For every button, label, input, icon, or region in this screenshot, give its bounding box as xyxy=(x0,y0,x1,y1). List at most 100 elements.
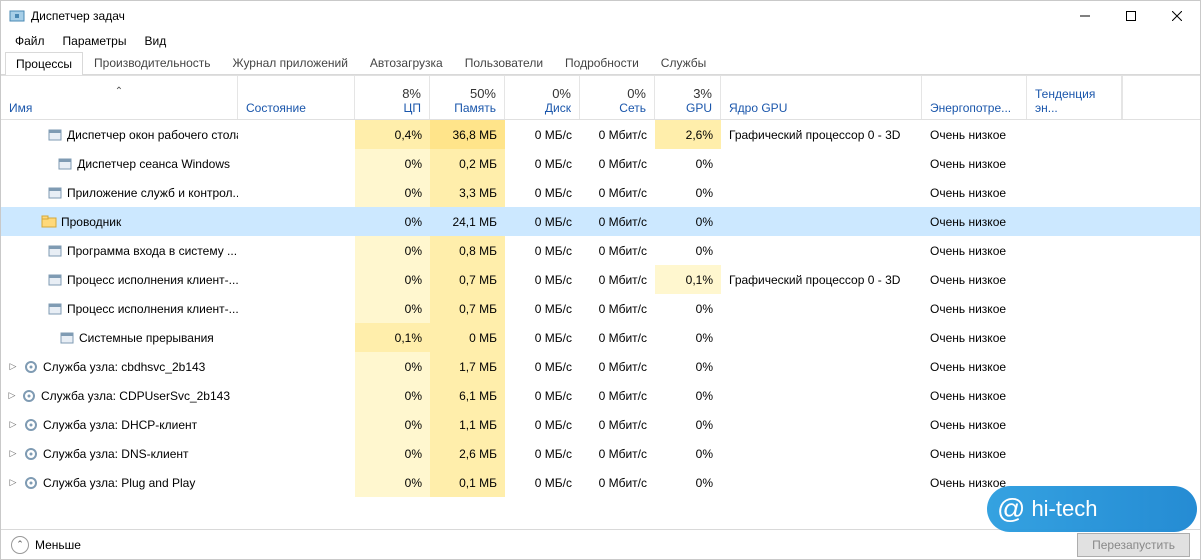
tabbar: Процессы Производительность Журнал прило… xyxy=(1,51,1200,75)
process-row[interactable]: ▷Служба узла: DHCP-клиент0%1,1 МБ0 МБ/с0… xyxy=(1,410,1200,439)
process-name: Процесс исполнения клиент-... xyxy=(67,273,238,287)
tab-details[interactable]: Подробности xyxy=(554,51,650,74)
gpu-cell: 0% xyxy=(655,468,721,497)
trend-cell xyxy=(1027,439,1122,468)
cpu-cell: 0% xyxy=(355,468,430,497)
expand-icon[interactable]: ▷ xyxy=(7,361,19,373)
tab-services[interactable]: Службы xyxy=(650,51,717,74)
net-cell: 0 Мбит/с xyxy=(580,323,655,352)
mem-cell: 6,1 МБ xyxy=(430,381,505,410)
gpu-cell: 0% xyxy=(655,236,721,265)
disk-cell: 0 МБ/с xyxy=(505,468,580,497)
col-mem[interactable]: 50%Память xyxy=(430,76,505,119)
process-grid: ⌃ Имя Состояние 8%ЦП 50%Память 0%Диск 0%… xyxy=(1,75,1200,529)
gpu-cell: 0% xyxy=(655,381,721,410)
tab-app-history[interactable]: Журнал приложений xyxy=(222,51,359,74)
trend-cell xyxy=(1027,207,1122,236)
gpu-core-cell: Графический процессор 0 - 3D xyxy=(721,120,922,149)
mem-cell: 0,7 МБ xyxy=(430,265,505,294)
process-row[interactable]: ▷Служба узла: cbdhsvc_2b1430%1,7 МБ0 МБ/… xyxy=(1,352,1200,381)
process-list[interactable]: Диспетчер окон рабочего стола0,4%36,8 МБ… xyxy=(1,120,1200,529)
minimize-button[interactable] xyxy=(1062,1,1108,31)
expand-icon[interactable]: ▷ xyxy=(7,448,19,460)
col-power[interactable]: Энергопотре... xyxy=(922,76,1027,119)
gpu-core-cell xyxy=(721,207,922,236)
restart-button[interactable]: Перезапустить xyxy=(1077,533,1190,557)
titlebar[interactable]: Диспетчер задач xyxy=(1,1,1200,31)
close-button[interactable] xyxy=(1154,1,1200,31)
process-row[interactable]: ▷Служба узла: CDPUserSvc_2b1430%6,1 МБ0 … xyxy=(1,381,1200,410)
process-name: Проводник xyxy=(61,215,121,229)
process-name: Системные прерывания xyxy=(79,331,214,345)
status-cell xyxy=(238,207,355,236)
cpu-cell: 0% xyxy=(355,236,430,265)
window-title: Диспетчер задач xyxy=(31,9,125,23)
mem-cell: 0,1 МБ xyxy=(430,468,505,497)
mem-cell: 0 МБ xyxy=(430,323,505,352)
process-name: Диспетчер сеанса Windows xyxy=(77,157,230,171)
process-row[interactable]: Приложение служб и контрол...0%3,3 МБ0 М… xyxy=(1,178,1200,207)
tab-users[interactable]: Пользователи xyxy=(454,51,554,74)
disk-cell: 0 МБ/с xyxy=(505,178,580,207)
process-row[interactable]: Процесс исполнения клиент-...0%0,7 МБ0 М… xyxy=(1,294,1200,323)
power-cell: Очень низкое xyxy=(922,236,1027,265)
process-row[interactable]: Программа входа в систему ...0%0,8 МБ0 М… xyxy=(1,236,1200,265)
trend-cell xyxy=(1027,410,1122,439)
process-name: Приложение служб и контрол... xyxy=(67,186,238,200)
col-trend[interactable]: Тенденция эн... xyxy=(1027,76,1122,119)
process-name: Служба узла: DHCP-клиент xyxy=(43,418,197,432)
menubar: Файл Параметры Вид xyxy=(1,31,1200,51)
expand-icon[interactable]: ▷ xyxy=(7,419,19,431)
status-cell xyxy=(238,178,355,207)
net-cell: 0 Мбит/с xyxy=(580,468,655,497)
process-row[interactable]: Диспетчер сеанса Windows0%0,2 МБ0 МБ/с0 … xyxy=(1,149,1200,178)
task-manager-window: Диспетчер задач Файл Параметры Вид Проце… xyxy=(0,0,1201,560)
trend-cell xyxy=(1027,381,1122,410)
cpu-cell: 0% xyxy=(355,439,430,468)
col-cpu[interactable]: 8%ЦП xyxy=(355,76,430,119)
net-cell: 0 Мбит/с xyxy=(580,352,655,381)
gpu-cell: 0,1% xyxy=(655,265,721,294)
col-name[interactable]: ⌃ Имя xyxy=(1,76,238,119)
maximize-button[interactable] xyxy=(1108,1,1154,31)
sort-indicator-icon: ⌃ xyxy=(9,86,229,97)
status-cell xyxy=(238,381,355,410)
expand-icon[interactable]: ▷ xyxy=(7,477,19,489)
process-icon xyxy=(23,475,39,491)
process-name: Служба узла: cbdhsvc_2b143 xyxy=(43,360,205,374)
process-row[interactable]: ▷Служба узла: DNS-клиент0%2,6 МБ0 МБ/с0 … xyxy=(1,439,1200,468)
process-row[interactable]: Проводник0%24,1 МБ0 МБ/с0 Мбит/с0%Очень … xyxy=(1,207,1200,236)
tab-processes[interactable]: Процессы xyxy=(5,52,83,75)
gpu-core-cell xyxy=(721,439,922,468)
expand-icon[interactable]: ▷ xyxy=(7,390,17,402)
net-cell: 0 Мбит/с xyxy=(580,236,655,265)
process-row[interactable]: Системные прерывания0,1%0 МБ0 МБ/с0 Мбит… xyxy=(1,323,1200,352)
col-status[interactable]: Состояние xyxy=(238,76,355,119)
process-icon xyxy=(47,243,63,259)
net-cell: 0 Мбит/с xyxy=(580,439,655,468)
process-icon xyxy=(47,272,63,288)
menu-options[interactable]: Параметры xyxy=(55,32,135,50)
gpu-core-cell xyxy=(721,149,922,178)
process-icon xyxy=(21,388,37,404)
col-gpu[interactable]: 3%GPU xyxy=(655,76,721,119)
tab-startup[interactable]: Автозагрузка xyxy=(359,51,454,74)
gpu-core-cell xyxy=(721,352,922,381)
mem-cell: 1,7 МБ xyxy=(430,352,505,381)
tab-performance[interactable]: Производительность xyxy=(83,51,221,74)
col-disk[interactable]: 0%Диск xyxy=(505,76,580,119)
gpu-cell: 2,6% xyxy=(655,120,721,149)
disk-cell: 0 МБ/с xyxy=(505,120,580,149)
process-row[interactable]: Процесс исполнения клиент-...0%0,7 МБ0 М… xyxy=(1,265,1200,294)
menu-file[interactable]: Файл xyxy=(7,32,53,50)
trend-cell xyxy=(1027,352,1122,381)
process-row[interactable]: Диспетчер окон рабочего стола0,4%36,8 МБ… xyxy=(1,120,1200,149)
mem-cell: 1,1 МБ xyxy=(430,410,505,439)
cpu-cell: 0% xyxy=(355,149,430,178)
col-net[interactable]: 0%Сеть xyxy=(580,76,655,119)
fewer-details-button[interactable]: ⌃ Меньше xyxy=(11,536,81,554)
col-gpu-core[interactable]: Ядро GPU xyxy=(721,76,922,119)
menu-view[interactable]: Вид xyxy=(136,32,174,50)
net-cell: 0 Мбит/с xyxy=(580,207,655,236)
cpu-cell: 0% xyxy=(355,178,430,207)
